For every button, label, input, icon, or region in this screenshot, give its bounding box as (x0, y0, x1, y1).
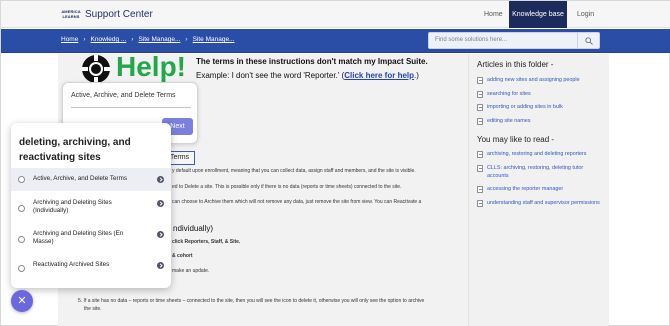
article-line: make an update. (172, 268, 210, 274)
help-widget-panel: deleting, archiving, and reactivating si… (11, 123, 171, 288)
nav-login[interactable]: Login (569, 1, 602, 28)
radio-icon[interactable] (18, 236, 25, 243)
breadcrumb-separator: › (131, 36, 134, 43)
help-example: Example: I don't see the word 'Reporter.… (196, 71, 419, 81)
widget-title: deleting, archiving, and reactivating si… (19, 137, 131, 163)
document-icon (477, 186, 483, 193)
search-icon (585, 37, 593, 45)
folder-article-link[interactable]: searching for sites (477, 91, 602, 99)
breadcrumb-site-manage-1[interactable]: Site Manage... (138, 36, 180, 43)
radio-icon[interactable] (18, 265, 25, 272)
article-subheading: ndividually) (173, 224, 214, 233)
document-icon (477, 104, 483, 111)
brand-title[interactable]: Support Center (85, 8, 153, 21)
folder-article-label: importing or adding sites in bulk (487, 104, 563, 110)
folder-article-link[interactable]: adding new sites and assigning people (477, 77, 602, 85)
popover-divider (71, 107, 191, 108)
widget-option[interactable]: Archiving and Deleting Sites (Individual… (11, 195, 171, 223)
popover-title: Active, Archive, and Delete Terms (71, 92, 176, 99)
breadcrumb-home[interactable]: Home (61, 36, 78, 43)
suggested-article-link[interactable]: CLLS: archiving, restoring, deleting tut… (477, 165, 602, 180)
widget-option-label: Active, Archive, and Delete Terms (33, 175, 128, 182)
widget-option-label: Reactivating Archived Sites (33, 261, 110, 268)
nav-home[interactable]: Home (476, 1, 511, 28)
breadcrumb: Home › Knowledg ... › Site Manage... › Site Ma… (61, 29, 234, 53)
widget-option[interactable]: Reactivating Archived Sites (11, 257, 171, 280)
chevron-right-icon (157, 262, 164, 269)
search-button[interactable] (577, 33, 599, 48)
breadcrumb-site-manage-2[interactable]: Site Manage... (193, 36, 235, 43)
article-line: ed to Delete a site. This is possible on… (172, 184, 402, 190)
document-icon (477, 77, 483, 84)
help-heading: Help! (116, 51, 186, 82)
chevron-right-icon (157, 176, 164, 183)
help-example-prefix: Example: I don't see the word 'Reporter.… (196, 71, 345, 80)
widget-option[interactable]: Active, Archive, and Delete Terms (11, 168, 171, 191)
suggested-article-link[interactable]: archiving, restoring and deleting report… (477, 151, 602, 159)
article-line: can choose to Archive them which will no… (172, 199, 422, 205)
chevron-right-icon (157, 231, 164, 238)
suggested-article-label: understanding staff and supervisor permi… (487, 200, 600, 206)
suggested-article-link[interactable]: accessing the reporter manager (477, 186, 602, 194)
suggested-article-label: CLLS: archiving, restoring, deleting tut… (487, 165, 584, 179)
chevron-right-icon (157, 200, 164, 207)
breadcrumb-separator: › (83, 36, 86, 43)
widget-option[interactable]: Archiving and Deleting Sites (En Masse) (11, 226, 171, 254)
folder-article-link[interactable]: importing or adding sites in bulk (477, 104, 602, 112)
folder-articles-heading: Articles in this folder - (477, 60, 554, 69)
document-icon (477, 118, 483, 125)
close-widget-button[interactable]: ✕ (11, 290, 33, 312)
suggested-article-label: archiving, restoring and deleting report… (487, 151, 587, 157)
document-icon (477, 165, 483, 172)
document-icon (477, 200, 483, 207)
document-icon (477, 151, 483, 158)
search-input[interactable]: Find some solutions here... (428, 32, 600, 49)
radio-icon[interactable] (18, 205, 25, 212)
page: AMERICA LEARNS Support Center Home Knowl… (0, 0, 670, 326)
breadcrumb-knowledge[interactable]: Knowledg ... (91, 36, 127, 43)
close-icon: ✕ (17, 294, 27, 307)
you-may-like-heading: You may like to read - (477, 135, 555, 144)
radio-icon[interactable] (18, 176, 25, 183)
article-line: the site. (84, 306, 102, 312)
search-placeholder: Find some solutions here... (435, 37, 508, 43)
folder-article-label: searching for sites (487, 91, 531, 97)
article-line: click Reporters, Staff, & Site. (172, 239, 241, 245)
folder-article-link[interactable]: editing site names (477, 118, 602, 126)
help-link[interactable]: Click here for help (344, 71, 414, 80)
article-line: 5. If a site has no data – reports or ti… (78, 298, 425, 304)
folder-article-label: editing site names (487, 118, 531, 124)
help-example-suffix: .) (414, 71, 419, 80)
widget-option-label: Archiving and Deleting Sites (Individual… (33, 199, 112, 214)
suggested-article-label: accessing the reporter manager (487, 186, 564, 192)
suggested-article-link[interactable]: understanding staff and supervisor permi… (477, 200, 602, 208)
lifebuoy-icon (82, 55, 110, 83)
nav-knowledge-base[interactable]: Knowledge base (509, 1, 567, 28)
folder-article-label: adding new sites and assigning people (487, 77, 580, 83)
breadcrumb-separator: › (185, 36, 188, 43)
widget-option-label: Archiving and Deleting Sites (En Masse) (33, 230, 124, 245)
article-line: y default upon enrollment, meaning that … (172, 168, 416, 174)
top-header: AMERICA LEARNS Support Center Home Knowl… (1, 1, 670, 28)
document-icon (477, 91, 483, 98)
america-learns-logo[interactable]: AMERICA LEARNS (61, 9, 81, 21)
article-line: & cohort (172, 253, 193, 259)
help-message: The terms in these instructions don't ma… (196, 57, 428, 66)
